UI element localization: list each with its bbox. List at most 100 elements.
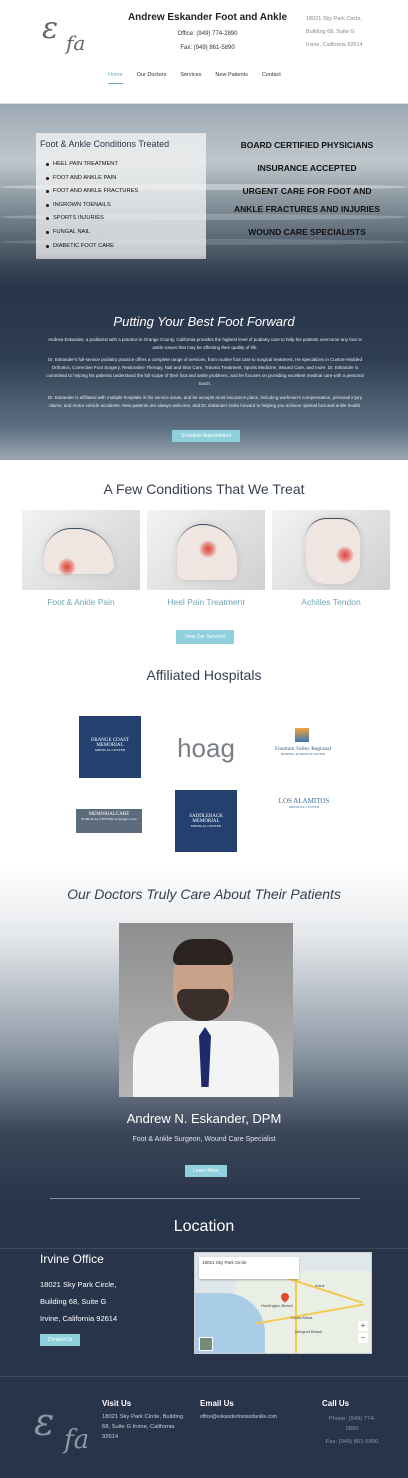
- site-footer: ε fa Visit Us 18021 Sky Park Circle, Buil…: [0, 1376, 408, 1478]
- nav-services[interactable]: Services: [180, 72, 201, 84]
- zoom-out-icon[interactable]: −: [358, 1333, 368, 1343]
- condition-item: FOOT AND ANKLE PAIN: [46, 172, 138, 186]
- map-label: Newport Beach: [295, 1329, 323, 1334]
- beard-shape: [177, 989, 229, 1021]
- doctor-photo[interactable]: [119, 923, 293, 1097]
- nav-our-doctors[interactable]: Our Doctors: [137, 72, 167, 84]
- learn-more-button[interactable]: Learn More: [185, 1165, 227, 1177]
- condition-item: FUNGAL NAIL: [46, 226, 138, 240]
- hospital-sub: MEDICAL CENTER: [94, 748, 126, 752]
- condition-caption[interactable]: Achilles Tendon: [272, 597, 390, 607]
- call-us-heading: Call Us: [322, 1399, 350, 1408]
- header-address-line: 18021 Sky Park Circle,: [306, 16, 362, 22]
- intro-paragraph: Andrew Eskander, a podiatrist with a pra…: [47, 337, 363, 350]
- conditions-section: A Few Conditions That We Treat Foot & An…: [0, 460, 408, 660]
- condition-item: SPORTS INJURIES: [46, 212, 138, 226]
- pain-spot: [58, 558, 76, 576]
- condition-item: DIABETIC FOOT CARE: [46, 240, 138, 254]
- intro-paragraph: Dr. Eskander is affiliated with multiple…: [48, 395, 362, 408]
- contact-us-button[interactable]: Contact Us: [40, 1334, 80, 1346]
- claim-text: ANKLE FRACTURES AND INJURIES: [233, 204, 381, 214]
- conditions-list: HEEL PAIN TREATMENT FOOT AND ANKLE PAIN …: [46, 158, 138, 253]
- map-info-card[interactable]: 18021 Sky Park Circle: [199, 1257, 299, 1279]
- hospital-name: LOS ALAMITOS: [278, 797, 330, 805]
- hoag-logo[interactable]: hoag: [176, 728, 236, 768]
- section-divider: [50, 1198, 360, 1199]
- pain-spot: [336, 546, 354, 564]
- footer-phone[interactable]: Phone: (949) 774- 2890: [322, 1414, 382, 1434]
- condition-caption[interactable]: Heel Pain Treatment: [147, 597, 265, 607]
- visit-us-heading: Visit Us: [102, 1399, 132, 1408]
- view-services-button[interactable]: View Our Services: [176, 630, 234, 644]
- header-address-line: Building 68, Suite G: [306, 29, 355, 35]
- pain-spot: [199, 540, 217, 558]
- claim-text: WOUND CARE SPECIALISTS: [248, 227, 366, 237]
- site-title: Andrew Eskander Foot and Ankle: [127, 12, 288, 23]
- schedule-appointment-button[interactable]: Schedule Appointment: [172, 430, 240, 442]
- header-address: 18021 Sky Park Circle, Building 68, Suit…: [306, 13, 396, 52]
- conditions-box: Foot & Ankle Conditions Treated HEEL PAI…: [36, 133, 206, 259]
- achilles-tendon-image[interactable]: [272, 510, 390, 590]
- condition-caption[interactable]: Foot & Ankle Pain: [22, 597, 140, 607]
- footer-address-line: 92614: [102, 1434, 119, 1440]
- office-map[interactable]: 18021 Sky Park Circle Huntington Beach I…: [194, 1252, 372, 1354]
- foot-shape: [44, 528, 114, 574]
- site-logo[interactable]: ε fa: [42, 10, 85, 55]
- hospital-sub: MEDICAL CENTER: [288, 805, 320, 809]
- doctor-section: Our Doctors Truly Care About Their Patie…: [0, 868, 408, 1206]
- map-layer-thumbnail[interactable]: [199, 1337, 213, 1351]
- doctor-role: Foot & Ankle Surgeon, Wound Care Special…: [132, 1136, 276, 1143]
- footer-phone-line: Phone: (949) 774-: [328, 1416, 376, 1422]
- office-phone[interactable]: Office: (949) 774-2890: [125, 31, 290, 37]
- email-us-heading: Email Us: [200, 1399, 234, 1408]
- doctor-name: Andrew N. Eskander, DPM: [126, 1111, 282, 1126]
- hospitals-heading: Affiliated Hospitals: [146, 667, 262, 683]
- los-alamitos-logo[interactable]: LOS ALAMITOS MEDICAL CENTER: [272, 797, 336, 819]
- saddleback-memorial-logo[interactable]: SADDLEBACK MEMORIAL MEDICAL CENTER: [175, 790, 237, 852]
- office-address: 18021 Sky Park Circle, Building 68, Suit…: [40, 1276, 117, 1327]
- nav-contact[interactable]: Contact: [262, 72, 281, 84]
- map-label: Huntington Beach: [261, 1303, 293, 1308]
- orange-coast-memorial-logo[interactable]: ORANGE COAST MEMORIAL MEDICAL CENTER: [79, 716, 141, 778]
- foot-ankle-pain-image[interactable]: [22, 510, 140, 590]
- hospital-sub: MEDICAL CENTER: [190, 824, 222, 828]
- conditions-heading: A Few Conditions That We Treat: [103, 481, 305, 497]
- condition-item: HEEL PAIN TREATMENT: [46, 158, 138, 172]
- intro-paragraph: Dr. Eskander's full-service podiatry pra…: [46, 357, 364, 386]
- zoom-in-icon[interactable]: +: [358, 1321, 368, 1331]
- nav-new-patients[interactable]: New Patients: [215, 72, 247, 84]
- conditions-box-title: Foot & Ankle Conditions Treated: [40, 139, 170, 149]
- hospital-name: ORANGE COAST MEMORIAL: [90, 738, 130, 748]
- header-address-line: Irvine, California 92614: [306, 42, 363, 48]
- map-card-text: 18021 Sky Park Circle: [202, 1260, 247, 1265]
- claim-text: BOARD CERTIFIED PHYSICIANS: [240, 140, 374, 150]
- sun-icon: [295, 728, 309, 742]
- location-heading: Location: [173, 1218, 235, 1235]
- footer-phone-line: 2890: [345, 1426, 359, 1432]
- doctor-heading: Our Doctors Truly Care About Their Patie…: [67, 886, 341, 902]
- office-address-line: Irvine, California 92614: [40, 1314, 118, 1323]
- section-divider: [0, 1248, 408, 1249]
- intro-section: Putting Your Best Foot Forward Andrew Es…: [0, 290, 408, 460]
- hero-banner: Foot & Ankle Conditions Treated HEEL PAI…: [0, 104, 408, 294]
- hospital-sub: HOSPITAL & MEDICAL CENTER: [281, 752, 325, 756]
- office-address-line: 18021 Sky Park Circle,: [40, 1280, 117, 1289]
- hair-shape: [173, 939, 233, 965]
- heel-pain-image[interactable]: [147, 510, 265, 590]
- nav-home[interactable]: Home: [108, 72, 123, 84]
- footer-email[interactable]: office@eskanderfootandankle.com: [200, 1412, 277, 1422]
- condition-item: INGROWN TOENAILS: [46, 199, 138, 213]
- office-name: Irvine Office: [40, 1252, 104, 1266]
- hero-claims: BOARD CERTIFIED PHYSICIANS INSURANCE ACC…: [207, 134, 407, 244]
- footer-address: 18021 Sky Park Circle, Building 68, Suit…: [102, 1412, 192, 1442]
- memorialcare-logo[interactable]: MEMORIALCARE SURGICAL CENTER at Orange C…: [76, 809, 142, 833]
- location-section: Location Irvine Office 18021 Sky Park Ci…: [0, 1206, 408, 1376]
- site-header: ε fa Andrew Eskander Foot and Ankle Offic…: [0, 0, 408, 104]
- footer-fax: Fax: (949) 861-5890: [325, 1439, 379, 1445]
- office-address-line: Building 68, Suite G: [40, 1297, 107, 1306]
- fountain-valley-logo[interactable]: Fountain Valley Regional HOSPITAL & MEDI…: [270, 728, 336, 764]
- footer-logo[interactable]: ε fa: [34, 1395, 94, 1455]
- footer-address-line: 18021 Sky Park Circle, Building: [102, 1414, 184, 1420]
- condition-item: FOOT AND ANKLE FRACTURES: [46, 185, 138, 199]
- claim-text: INSURANCE ACCEPTED: [257, 163, 357, 173]
